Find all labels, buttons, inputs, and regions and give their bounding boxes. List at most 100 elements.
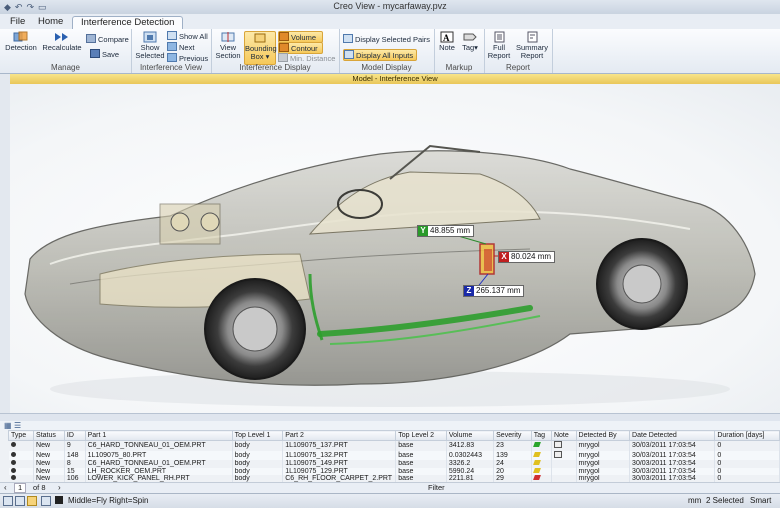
bounding-box-button[interactable]: Bounding Box ▾ bbox=[244, 31, 277, 65]
table-row[interactable]: New 9 C6_HARD_TONNEAU_01_OEM.PRT body 1L1090… bbox=[8, 440, 780, 451]
recalculate-label: Recalculate bbox=[42, 43, 82, 52]
col-tag[interactable]: Tag bbox=[530, 430, 552, 441]
table-row[interactable]: New 8 C6_HARD_TONNEAU_01_OEM.PRT body 1L1090… bbox=[8, 460, 780, 468]
cell-date-detected: 30/03/2011 17:03:54 bbox=[629, 467, 716, 475]
display-selected-pairs-button[interactable]: Display Selected Pairs bbox=[343, 34, 430, 44]
cell-volume: 3326.2 bbox=[446, 460, 495, 468]
grid-list-icon[interactable]: ☰ bbox=[14, 421, 21, 430]
row-tag-icon bbox=[531, 440, 552, 451]
col-status[interactable]: Status bbox=[33, 430, 65, 441]
selection-mode[interactable]: Smart bbox=[750, 496, 771, 505]
3d-viewport[interactable]: Y 48.855 mm X 80.024 mm Z 265.137 mm bbox=[10, 84, 780, 413]
status-grid-icon[interactable] bbox=[15, 496, 25, 506]
row-type-icon bbox=[8, 467, 35, 475]
recalculate-button[interactable]: Recalculate bbox=[40, 31, 84, 52]
tab-interference-detection[interactable]: Interference Detection bbox=[72, 16, 184, 29]
cell-date-detected: 30/03/2011 17:03:54 bbox=[629, 460, 716, 468]
summary-report-label: Summary Report bbox=[515, 43, 549, 60]
show-all-icon bbox=[167, 31, 177, 40]
cell-duration-days-: 0 bbox=[714, 450, 780, 460]
status-layout-icon[interactable] bbox=[41, 496, 51, 506]
filter-label[interactable]: Filter bbox=[428, 483, 445, 492]
cell-date-detected: 30/03/2011 17:03:54 bbox=[629, 440, 716, 451]
cell-part-2: 1L109075_137.PRT bbox=[282, 440, 397, 451]
grid-view-icon[interactable]: ▦ bbox=[4, 421, 12, 430]
note-icon: A bbox=[439, 31, 455, 43]
contour-label: Contour bbox=[291, 44, 318, 53]
view-section-button[interactable]: View Section bbox=[214, 31, 242, 60]
row-tag-icon bbox=[531, 467, 552, 475]
page-input[interactable]: 1 bbox=[14, 483, 27, 493]
status-mouse-icon bbox=[55, 496, 63, 504]
detection-button[interactable]: Detection bbox=[4, 31, 38, 52]
show-selected-button[interactable]: Show Selected bbox=[135, 31, 165, 60]
cell-severity: 23 bbox=[493, 440, 532, 451]
cell-part-1: C6_HARD_TONNEAU_01_OEM.PRT bbox=[85, 460, 233, 468]
title-bar: ◆ ↶ ↷ ▭ Creo View - mycarfaway.pvz bbox=[0, 0, 780, 15]
selection-count: 2 Selected bbox=[706, 496, 744, 505]
col-date-detected[interactable]: Date Detected bbox=[629, 430, 716, 441]
detection-icon bbox=[13, 31, 29, 43]
table-row[interactable]: New 148 1L109075_80.PRT body 1L109075_132.PR… bbox=[8, 450, 780, 460]
previous-label: Previous bbox=[179, 54, 209, 63]
pager-next-icon[interactable]: › bbox=[58, 483, 61, 492]
show-all-button[interactable]: Show All bbox=[167, 31, 208, 41]
col-part2[interactable]: Part 2 bbox=[282, 430, 397, 441]
mouse-hint: Middle=Fly Right=Spin bbox=[68, 496, 149, 505]
col-note[interactable]: Note bbox=[550, 430, 577, 441]
display-all-inputs-icon bbox=[344, 50, 354, 59]
compare-button[interactable]: Compare bbox=[86, 34, 129, 44]
table-body: New 9 C6_HARD_TONNEAU_01_OEM.PRT body 1L1090… bbox=[8, 440, 780, 483]
show-all-label: Show All bbox=[179, 32, 208, 41]
display-all-inputs-button[interactable]: Display All Inputs bbox=[343, 49, 418, 61]
row-tag-icon bbox=[531, 450, 552, 460]
row-tag-icon bbox=[531, 460, 552, 468]
previous-button[interactable]: Previous bbox=[167, 53, 208, 63]
cell-status: New bbox=[33, 440, 65, 451]
summary-report-button[interactable]: Summary Report bbox=[514, 31, 550, 60]
save-button[interactable]: Save bbox=[90, 49, 119, 59]
col-part1[interactable]: Part 1 bbox=[84, 430, 233, 441]
cell-top-level-2: base bbox=[395, 440, 447, 451]
full-report-button[interactable]: Full Report bbox=[486, 31, 512, 60]
cell-top-level-1: body bbox=[232, 467, 284, 475]
cell-top-level-2: base bbox=[395, 460, 447, 468]
cell-status: New bbox=[33, 467, 65, 475]
col-volume[interactable]: Volume bbox=[445, 430, 495, 441]
min-distance-button[interactable]: Min. Distance bbox=[278, 53, 335, 63]
car-model-render[interactable] bbox=[10, 84, 780, 413]
cell-severity: 20 bbox=[493, 467, 532, 475]
previous-icon bbox=[167, 53, 177, 62]
tab-home[interactable]: Home bbox=[30, 16, 71, 28]
next-button[interactable]: Next bbox=[167, 42, 194, 52]
col-severity[interactable]: Severity bbox=[493, 430, 532, 441]
col-detected-by[interactable]: Detected By bbox=[575, 430, 631, 441]
cell-duration-days-: 0 bbox=[714, 440, 780, 451]
cell-volume: 5990.24 bbox=[446, 467, 495, 475]
interference-display-group: View Section Bounding Box ▾ Volume Conto… bbox=[211, 29, 340, 73]
manage-group-label: Manage bbox=[51, 63, 80, 72]
status-split-icon[interactable] bbox=[27, 496, 37, 506]
interference-view-group: Show Selected Show All Next Previous Int… bbox=[131, 29, 212, 73]
col-id[interactable]: ID bbox=[63, 430, 86, 441]
col-top-level-2[interactable]: Top Level 2 bbox=[395, 430, 447, 441]
pager-bar: ‹ 1 of 8 › Filter bbox=[0, 482, 780, 493]
note-button[interactable]: A Note bbox=[437, 31, 457, 52]
pager-prev-icon[interactable]: ‹ bbox=[4, 483, 7, 492]
recalculate-icon bbox=[54, 31, 70, 43]
cell-top-level-1: body bbox=[232, 440, 284, 451]
tag-button[interactable]: Tag▾ bbox=[459, 31, 481, 52]
row-type-icon bbox=[8, 460, 35, 468]
cell-top-level-2: base bbox=[395, 467, 447, 475]
col-top-level-1[interactable]: Top Level 1 bbox=[231, 430, 284, 441]
file-menu[interactable]: File bbox=[2, 16, 33, 28]
save-icon bbox=[90, 49, 100, 58]
show-selected-label: Show Selected bbox=[135, 43, 165, 60]
status-view-icon[interactable] bbox=[3, 496, 13, 506]
interference-display-group-label: Interference Display bbox=[239, 63, 311, 72]
col-duration[interactable]: Duration [days] bbox=[714, 430, 780, 441]
cell-status: New bbox=[33, 450, 65, 460]
col-type[interactable]: Type bbox=[7, 430, 35, 441]
table-row[interactable]: New 15 LH_ROCKER_OEM.PRT body 1L109075_129.P… bbox=[8, 467, 780, 475]
volume-icon bbox=[279, 32, 289, 41]
